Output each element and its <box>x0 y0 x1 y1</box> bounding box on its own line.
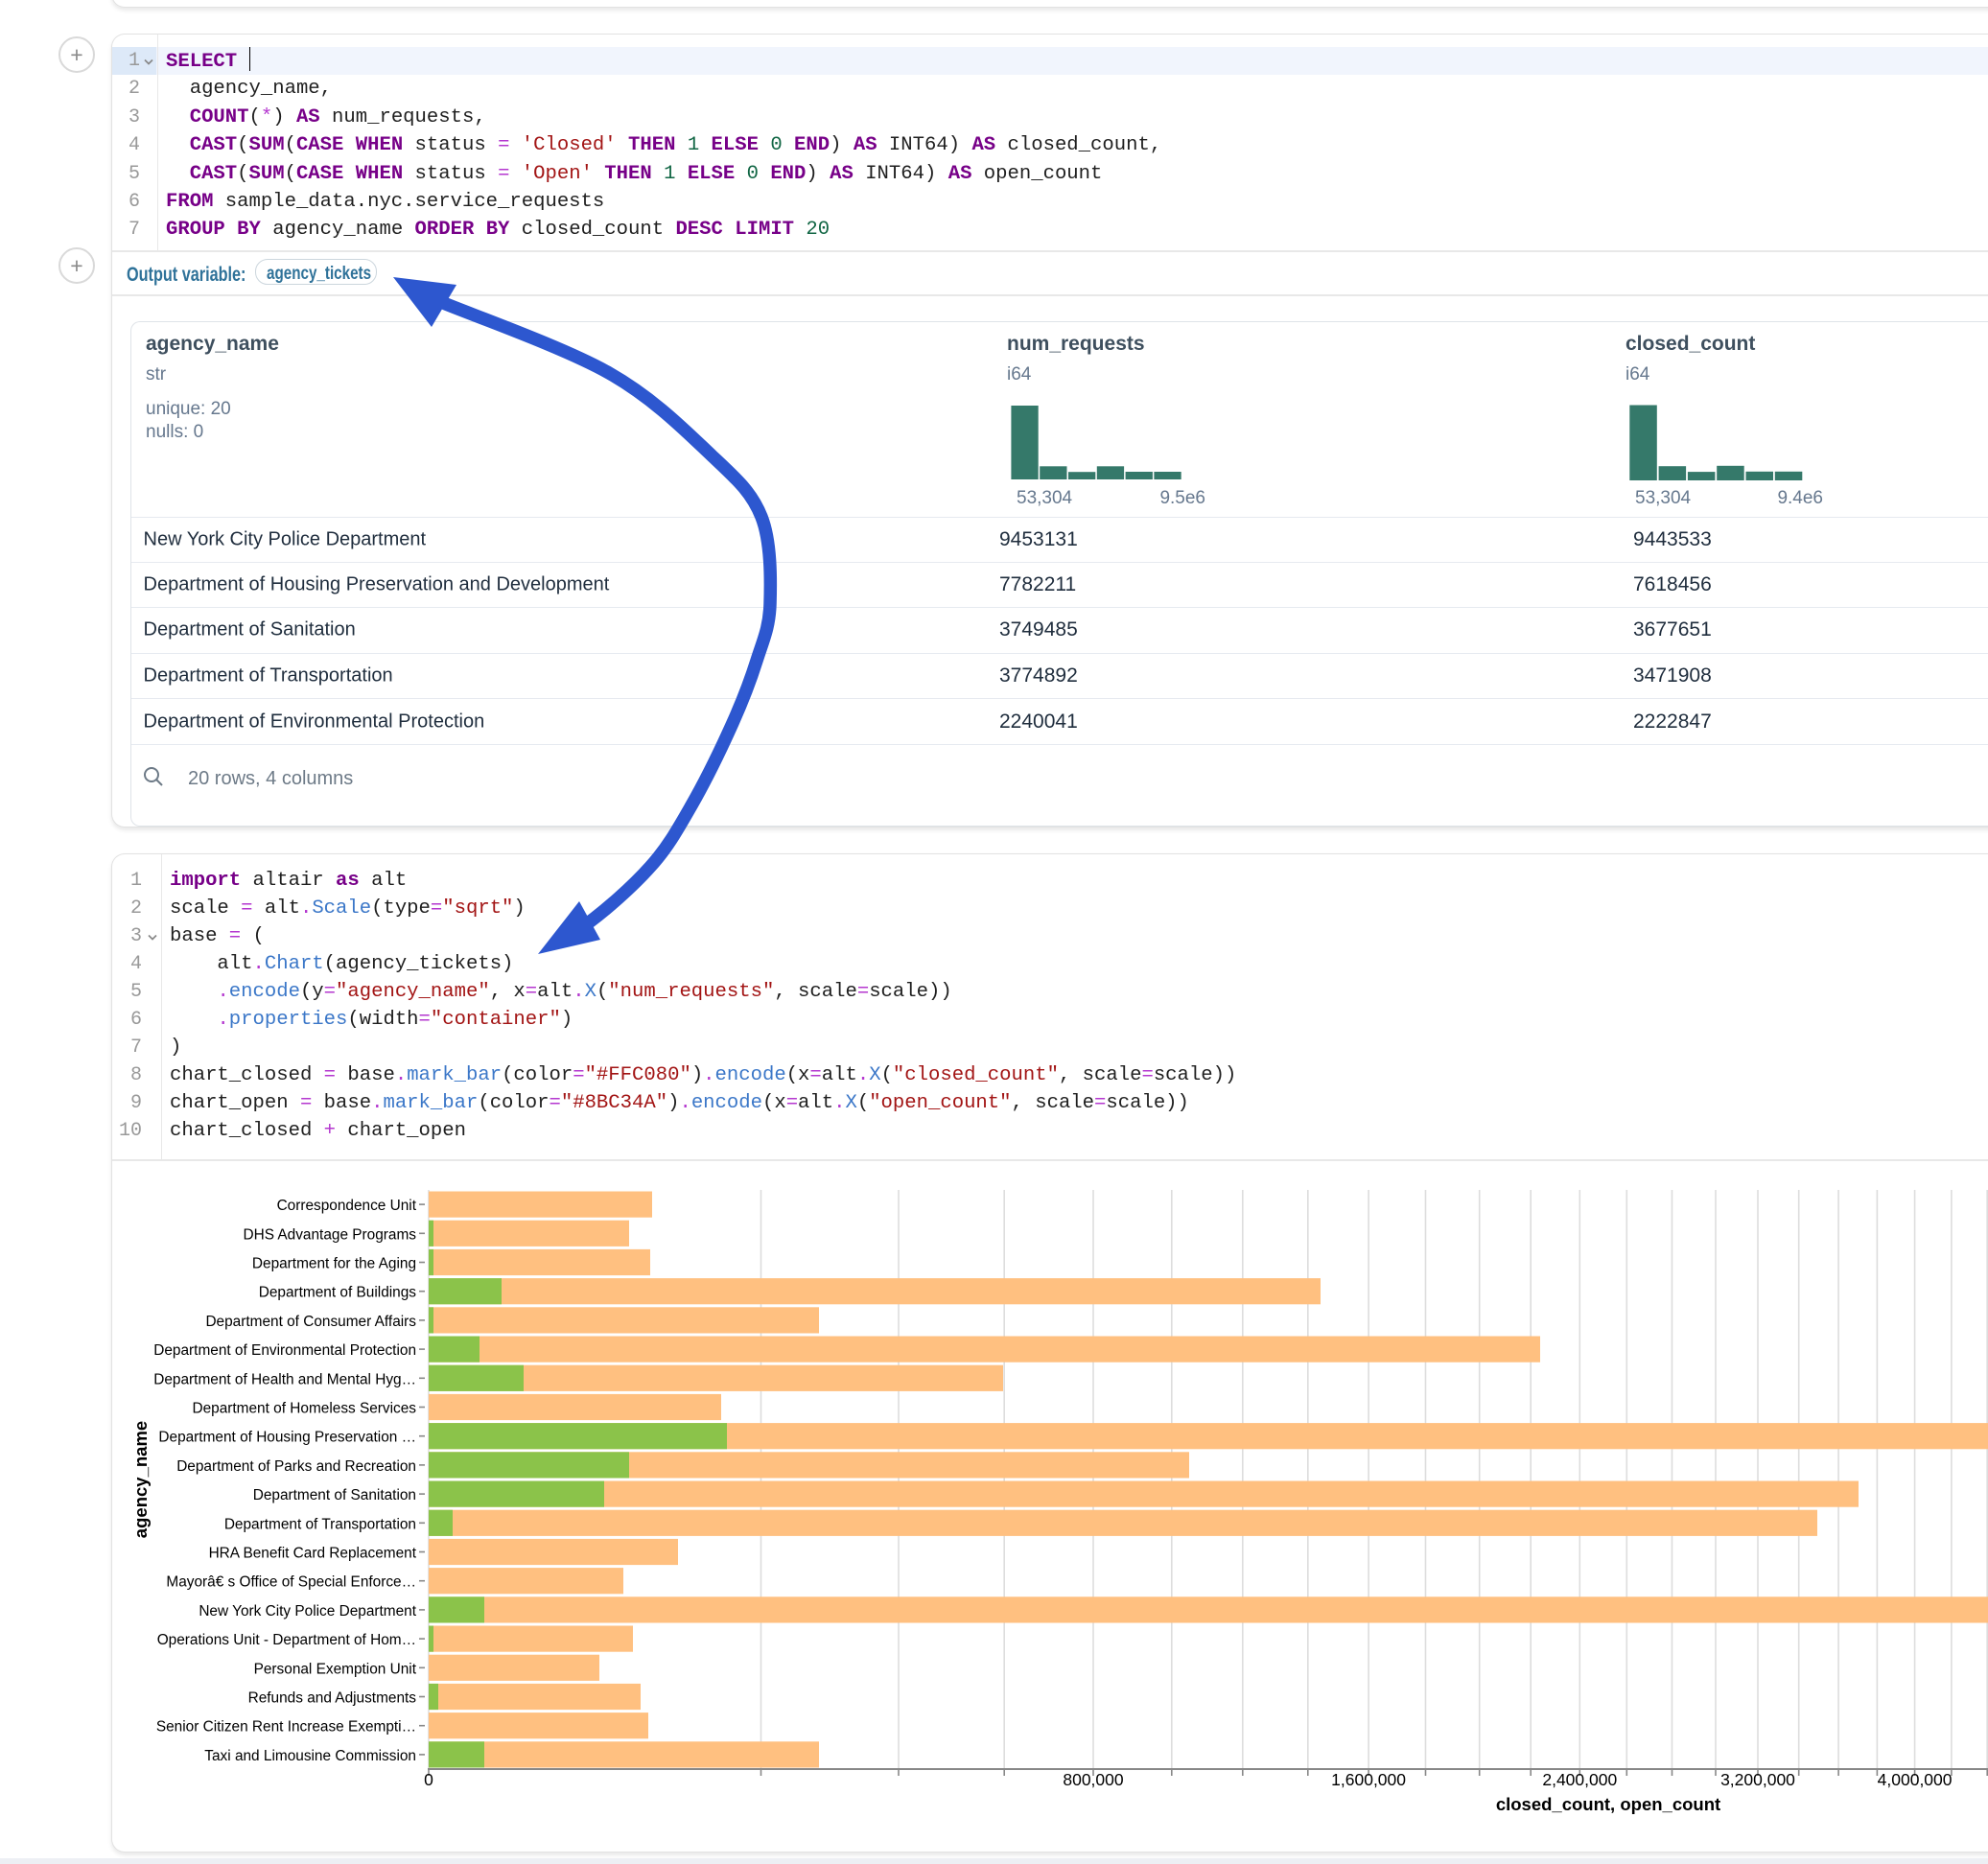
svg-text:Department of Housing Preserva: Department of Housing Preservation … <box>158 1430 416 1446</box>
svg-text:9.4e6: 9.4e6 <box>1777 488 1823 508</box>
svg-text:4,000,000: 4,000,000 <box>1878 1770 1953 1789</box>
svg-text:Department of Health and Menta: Department of Health and Mental Hyg… <box>153 1371 416 1387</box>
svg-text:0: 0 <box>424 1770 433 1789</box>
svg-text:Refunds and Adjustments: Refunds and Adjustments <box>248 1690 417 1707</box>
svg-text:53,304: 53,304 <box>1635 488 1692 508</box>
svg-text:Personal Exemption Unit: Personal Exemption Unit <box>254 1661 417 1677</box>
svg-text:Department of Parks and Recrea: Department of Parks and Recreation <box>176 1458 416 1475</box>
svg-text:9.5e6: 9.5e6 <box>1159 488 1205 508</box>
svg-text:closed_count, open_count: closed_count, open_count <box>1496 1794 1720 1814</box>
svg-text:HRA Benefit Card Replacement: HRA Benefit Card Replacement <box>209 1546 417 1562</box>
svg-text:agency_name: agency_name <box>130 1421 151 1538</box>
svg-text:Department of Homeless Service: Department of Homeless Services <box>192 1401 416 1417</box>
svg-text:DHS Advantage Programs: DHS Advantage Programs <box>243 1226 416 1243</box>
svg-text:Department of Environmental Pr: Department of Environmental Protection <box>153 1342 416 1359</box>
svg-text:Operations Unit - Department o: Operations Unit - Department of Hom… <box>157 1632 416 1648</box>
svg-text:Department for the Aging: Department for the Aging <box>252 1256 416 1272</box>
svg-text:New York City Police Departmen: New York City Police Department <box>199 1603 416 1619</box>
svg-text:Department of Consumer Affairs: Department of Consumer Affairs <box>205 1314 416 1330</box>
svg-text:Department of Transportation: Department of Transportation <box>224 1516 416 1532</box>
svg-text:Taxi and Limousine Commission: Taxi and Limousine Commission <box>204 1748 416 1764</box>
svg-text:2,400,000: 2,400,000 <box>1542 1770 1617 1789</box>
svg-text:Department of Sanitation: Department of Sanitation <box>253 1487 416 1503</box>
svg-text:800,000: 800,000 <box>1063 1770 1124 1789</box>
svg-text:Mayorâ€ s Office of Special En: Mayorâ€ s Office of Special Enforce… <box>166 1574 416 1591</box>
svg-text:1,600,000: 1,600,000 <box>1331 1770 1406 1789</box>
svg-text:53,304: 53,304 <box>1017 488 1073 508</box>
svg-text:Senior Citizen Rent Increase E: Senior Citizen Rent Increase Exempti… <box>156 1719 416 1736</box>
svg-text:Department of Buildings: Department of Buildings <box>259 1285 417 1301</box>
svg-text:3,200,000: 3,200,000 <box>1720 1770 1795 1789</box>
svg-text:Correspondence Unit: Correspondence Unit <box>277 1198 417 1214</box>
